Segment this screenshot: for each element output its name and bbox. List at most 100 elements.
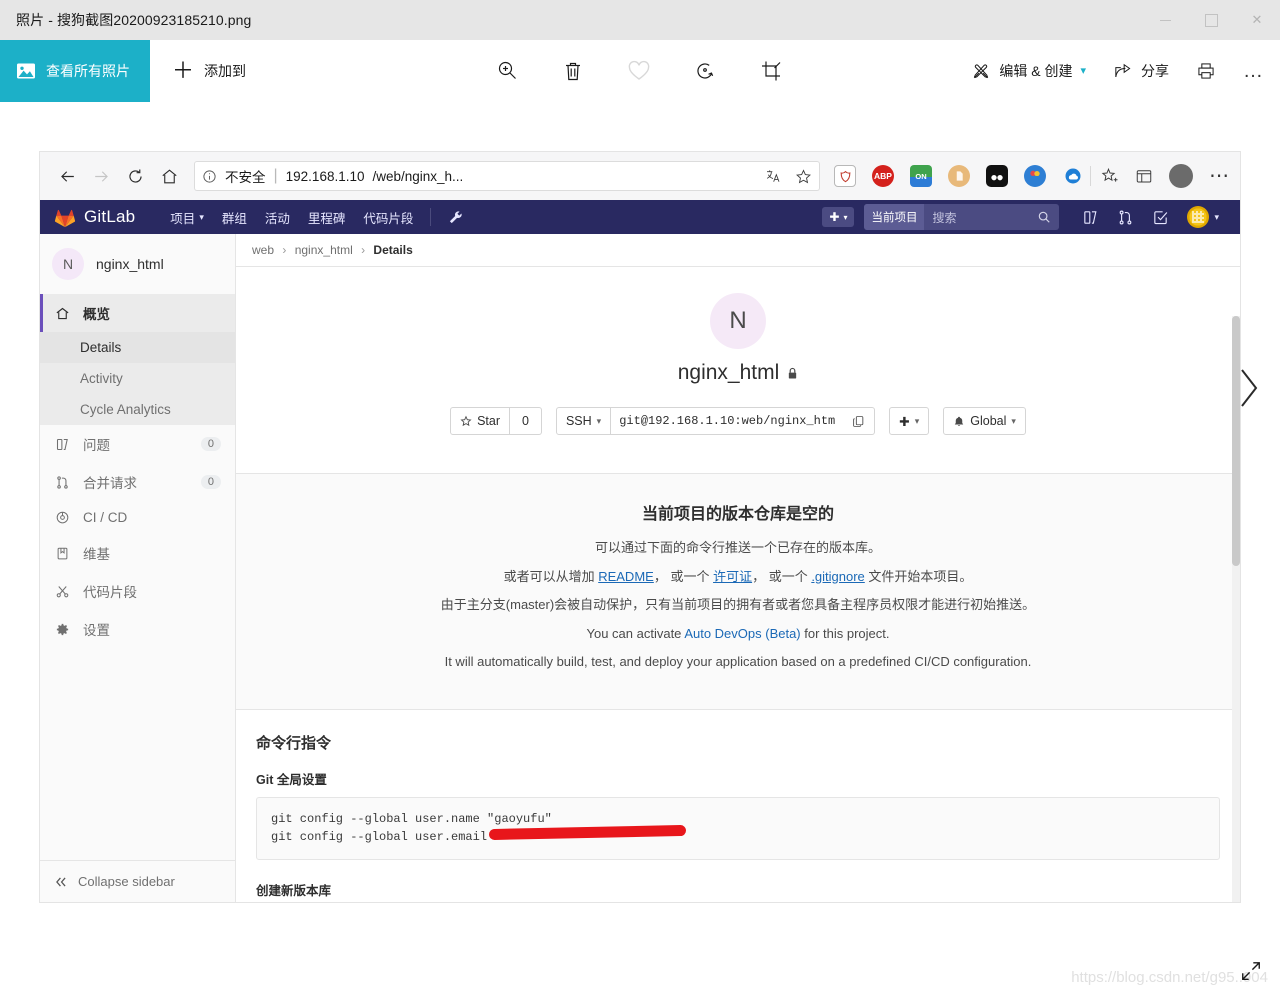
gitignore-link[interactable]: .gitignore — [811, 569, 864, 584]
search-input[interactable]: 搜索 — [924, 209, 956, 226]
more-options-button[interactable]: … — [1243, 61, 1264, 81]
star-button[interactable]: Star — [450, 407, 510, 435]
add-to-button[interactable]: ＋ 添加到 — [172, 59, 246, 82]
browser-settings-icon[interactable]: ⋯ — [1209, 166, 1230, 186]
notification-label: Global — [970, 414, 1007, 428]
gitlab-search-box[interactable]: 当前项目 搜索 — [864, 204, 1060, 230]
collections-icon[interactable] — [1135, 167, 1153, 185]
snippets-icon — [54, 584, 71, 599]
chevron-down-icon: ▾ — [843, 212, 848, 222]
nav-item-groups[interactable]: 群组 — [213, 208, 256, 227]
nav-issues-icon[interactable] — [1073, 209, 1108, 226]
license-link[interactable]: 许可证 — [713, 569, 752, 584]
window-title: 照片 - 搜狗截图20200923185210.png — [16, 12, 252, 28]
new-item-button[interactable]: ✚ ▾ — [822, 207, 855, 227]
next-photo-button[interactable] — [1232, 360, 1266, 416]
sidebar-subitem-activity[interactable]: Activity — [40, 363, 235, 394]
empty-repository-panel: 当前项目的版本仓库是空的 可以通过下面的命令行推送一个已存在的版本库。 或者可以… — [236, 473, 1240, 710]
wrench-icon — [448, 210, 463, 225]
line4-end: for this project. — [800, 625, 890, 641]
sidebar-item-settings[interactable]: 设置 — [40, 610, 235, 648]
sidebar-item-wiki[interactable]: 维基 — [40, 534, 235, 572]
minimize-button[interactable] — [1142, 0, 1188, 40]
clone-protocol-dropdown[interactable]: SSH ▾ — [555, 407, 612, 435]
zoom-icon[interactable] — [495, 59, 519, 83]
auto-devops-link[interactable]: Auto DevOps (Beta) — [684, 626, 800, 641]
gitlab-navbar-right: ✚ ▾ 当前项目 搜索 ▾ — [822, 204, 1240, 230]
copy-url-button[interactable] — [843, 407, 876, 435]
project-hero: N nginx_html Star 0 SSH ▾ git@192.168.1.… — [236, 267, 1240, 473]
maximize-button[interactable] — [1188, 0, 1234, 40]
favorite-star-icon[interactable] — [795, 168, 812, 185]
url-divider: | — [273, 167, 278, 184]
sidebar-item-cicd[interactable]: CI / CD — [40, 501, 235, 534]
search-icon — [1037, 210, 1059, 224]
nav-item-snippets[interactable]: 代码片段 — [354, 208, 422, 227]
sidebar-project-header[interactable]: N nginx_html — [40, 234, 235, 294]
nav-item-admin-area[interactable] — [439, 210, 472, 225]
translate-icon[interactable] — [765, 168, 781, 184]
adblock-plus-extension-icon[interactable]: ABP — [872, 165, 894, 187]
browser-back-button[interactable] — [50, 159, 84, 193]
readme-link[interactable]: README — [598, 569, 654, 584]
nav-merge-requests-icon[interactable] — [1108, 209, 1143, 226]
print-button[interactable] — [1195, 61, 1217, 81]
sidebar-item-snippets[interactable]: 代码片段 — [40, 572, 235, 610]
on-badge-extension-icon[interactable]: ON — [910, 165, 932, 187]
cli-global-config-code[interactable]: git config --global user.name "gaoyufu" … — [256, 796, 1220, 860]
favorites-bar-icon[interactable] — [1101, 167, 1119, 185]
cli-global-config-heading: Git 全局设置 — [256, 772, 327, 787]
browser-profile-avatar[interactable] — [1169, 164, 1193, 188]
empty-repo-title: 当前项目的版本仓库是空的 — [641, 506, 834, 523]
browser-chrome: 不安全 | 192.168.1.10 /web/nginx_h... ABP O… — [40, 152, 1240, 200]
scrollbar-thumb[interactable] — [1232, 316, 1240, 566]
colorful-bowl-extension-icon[interactable] — [1024, 165, 1046, 187]
sidebar-item-overview[interactable]: 概览 — [40, 294, 235, 332]
shield-extension-icon[interactable] — [834, 165, 856, 187]
nav-item-activity[interactable]: 活动 — [256, 208, 299, 227]
breadcrumb-item-web[interactable]: web — [252, 243, 274, 257]
cloud-extension-icon[interactable] — [1062, 165, 1084, 187]
collapse-sidebar-button[interactable]: Collapse sidebar — [40, 860, 235, 902]
browser-address-bar[interactable]: 不安全 | 192.168.1.10 /web/nginx_h... — [194, 161, 820, 191]
crop-icon[interactable] — [759, 59, 783, 83]
nav-item-milestones[interactable]: 里程碑 — [299, 208, 355, 227]
dark-avatar-extension-icon[interactable] — [986, 165, 1008, 187]
sidebar-subitem-details[interactable]: Details — [40, 332, 235, 363]
edit-create-button[interactable]: 编辑 & 创建 ▾ — [971, 61, 1086, 81]
sidebar-item-issues[interactable]: 问题 0 — [40, 425, 235, 463]
sidebar-label-wiki: 维基 — [83, 547, 110, 562]
chevron-down-icon: ▾ — [914, 415, 920, 426]
nav-label-milestones: 里程碑 — [307, 211, 346, 226]
document-extension-icon[interactable] — [948, 165, 970, 187]
delete-icon[interactable] — [561, 59, 585, 83]
browser-right-actions: ⋯ — [1097, 164, 1230, 188]
nav-item-projects[interactable]: 项目 ▾ — [161, 208, 213, 227]
notification-dropdown[interactable]: Global ▾ — [943, 407, 1026, 435]
sidebar-label-cicd: CI / CD — [83, 510, 128, 525]
photo-gallery-icon — [16, 62, 36, 80]
browser-home-button[interactable] — [152, 159, 186, 193]
star-button-group: Star 0 — [450, 407, 542, 435]
view-all-photos-button[interactable]: 查看所有照片 — [0, 39, 150, 102]
favorite-heart-icon[interactable] — [627, 59, 651, 83]
project-title: nginx_html — [236, 361, 1240, 385]
sidebar-subitem-cycle-analytics[interactable]: Cycle Analytics — [40, 394, 235, 425]
star-label: Star — [477, 414, 500, 428]
user-menu-button[interactable]: ▾ — [1178, 206, 1228, 228]
expand-fullscreen-icon[interactable] — [1240, 960, 1262, 982]
close-button[interactable]: ✕ — [1234, 0, 1280, 40]
photos-toolbar: 查看所有照片 ＋ 添加到 编辑 & 创建 ▾ 分享 … — [0, 39, 1280, 102]
empty-repo-line2: 或者可以从增加 README， 或一个 许可证， 或一个 .gitignore … — [256, 567, 1220, 587]
breadcrumb-item-project[interactable]: nginx_html — [295, 243, 353, 257]
nav-label-groups: 群组 — [221, 211, 247, 226]
add-new-dropdown[interactable]: ✚ ▾ — [889, 407, 930, 435]
nav-todos-icon[interactable] — [1143, 209, 1178, 226]
sidebar-item-merge-requests[interactable]: 合并请求 0 — [40, 463, 235, 501]
clone-url-input[interactable]: git@192.168.1.10:web/nginx_htm — [611, 407, 844, 435]
gitlab-logo[interactable]: GitLab — [54, 207, 135, 228]
rotate-icon[interactable] — [693, 59, 717, 83]
edit-create-icon — [971, 61, 991, 81]
share-button[interactable]: 分享 — [1112, 61, 1169, 81]
browser-refresh-button[interactable] — [118, 159, 152, 193]
